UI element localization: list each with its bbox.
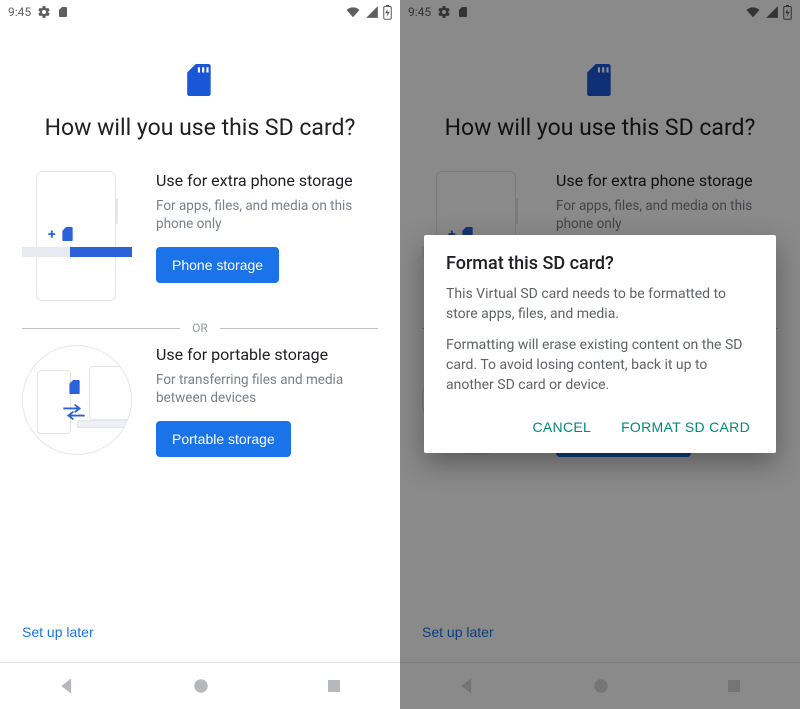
plus-icon: +: [48, 227, 56, 243]
dialog-cancel-button[interactable]: CANCEL: [528, 411, 595, 443]
signal-icon: [365, 5, 379, 19]
sd-card-mini-icon: [69, 380, 81, 394]
status-time: 9:45: [8, 5, 31, 19]
dialog-title: Format this SD card?: [446, 253, 754, 274]
nav-home-icon[interactable]: [192, 677, 210, 695]
separator-label: OR: [192, 321, 208, 335]
status-bar: 9:45: [0, 0, 400, 24]
dialog-format-button[interactable]: FORMAT SD CARD: [617, 411, 754, 443]
format-dialog: Format this SD card? This Virtual SD car…: [424, 235, 776, 453]
wifi-icon: [345, 5, 361, 19]
option-a-title: Use for extra phone storage: [156, 171, 378, 191]
option-b-desc: For transferring files and media between…: [156, 371, 378, 407]
option-a-desc: For apps, files, and media on this phone…: [156, 197, 378, 233]
sd-card-mini-icon: [62, 227, 74, 241]
dialog-body-1: This Virtual SD card needs to be formatt…: [446, 284, 754, 325]
option-phone-storage: + Use for extra phone storage For apps, …: [22, 167, 378, 315]
illustration-portable-storage: [22, 345, 132, 455]
sd-card-hero-icon: [22, 64, 378, 100]
sd-card-small-icon: [57, 5, 69, 19]
battery-icon: [383, 5, 392, 20]
option-portable-storage: Use for portable storage For transferrin…: [22, 341, 378, 471]
dialog-body-2: Formatting will erase existing content o…: [446, 335, 754, 396]
portable-storage-button[interactable]: Portable storage: [156, 421, 291, 457]
phone-left: 9:45 How will you use this SD card?: [0, 0, 400, 709]
page-title: How will you use this SD card?: [22, 114, 378, 141]
navigation-bar: [0, 663, 400, 709]
nav-back-icon[interactable]: [57, 676, 77, 696]
page-content: How will you use this SD card? + Use for…: [0, 24, 400, 662]
phone-right: 9:45 How will you use this SD card?: [400, 0, 800, 709]
illustration-phone-storage: +: [22, 171, 132, 301]
separator-or: OR: [22, 321, 378, 335]
phone-storage-button[interactable]: Phone storage: [156, 247, 279, 283]
settings-icon: [37, 5, 51, 19]
nav-recent-icon[interactable]: [325, 677, 343, 695]
setup-later-link[interactable]: Set up later: [22, 616, 94, 654]
option-b-title: Use for portable storage: [156, 345, 378, 365]
transfer-arrows-icon: [63, 404, 85, 420]
